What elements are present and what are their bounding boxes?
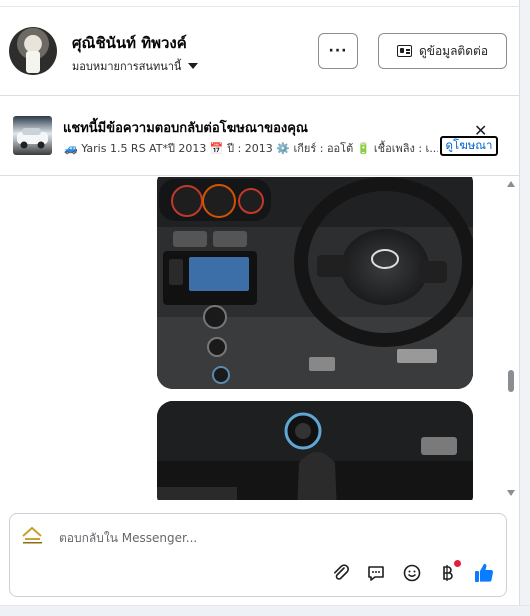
reply-composer: ตอบกลับใน Messenger... <box>9 513 507 597</box>
view-ad-link[interactable]: ดูโฆษณา <box>440 136 498 156</box>
message-thread <box>0 177 520 500</box>
message-scrollbar[interactable] <box>505 177 517 500</box>
view-contact-info-button[interactable]: ดูข้อมูลติดต่อ <box>378 33 507 69</box>
bottom-strip <box>0 605 530 616</box>
assign-conversation-dropdown[interactable]: มอบหมายการสนทนานี้ <box>72 57 199 75</box>
contact-card-icon <box>396 45 412 57</box>
contact-info-label: ดูข้อมูลติดต่อ <box>418 43 489 58</box>
ad-thumbnail <box>13 116 52 155</box>
speech-bubble-icon[interactable] <box>365 562 387 584</box>
message-photo-dashboard[interactable] <box>157 177 473 389</box>
thumbs-up-icon[interactable] <box>473 562 495 584</box>
scroll-up-arrow-icon[interactable] <box>507 181 515 187</box>
paperclip-icon[interactable] <box>330 562 352 584</box>
caret-down-icon <box>188 63 199 69</box>
avatar[interactable] <box>9 27 57 75</box>
emoji-icon[interactable] <box>401 562 423 584</box>
more-options-button[interactable]: ··· <box>318 33 358 69</box>
notification-dot <box>454 560 461 567</box>
conversation-header: ศุณิชินันท์ ทิพวงค์ มอบหมายการสนทนานี้ ·… <box>0 7 520 96</box>
right-gutter <box>520 0 530 616</box>
ad-notice-title: แชทนี้มีข้อความตอบกลับต่อโฆษณาของคุณ <box>63 121 308 136</box>
message-photo-gear-shifter[interactable] <box>157 401 473 500</box>
ad-description: 🚙 Yaris 1.5 RS AT*ปี 2013 📅 ปี : 2013 ⚙️… <box>64 142 438 155</box>
scroll-thumb[interactable] <box>508 370 514 392</box>
assign-label: มอบหมายการสนทนานี้ <box>72 60 182 73</box>
ad-reply-notice: แชทนี้มีข้อความตอบกลับต่อโฆษณาของคุณ 🚙 Y… <box>0 97 520 176</box>
contact-name[interactable]: ศุณิชินันท์ ทิพวงค์ <box>72 31 187 55</box>
scroll-down-arrow-icon[interactable] <box>507 490 515 496</box>
reply-input[interactable]: ตอบกลับใน Messenger... <box>59 529 197 548</box>
conversation-panel: ศุณิชินันท์ ทิพวงค์ มอบหมายการสนทนานี้ ·… <box>0 0 520 605</box>
page-logo-icon <box>19 524 46 546</box>
